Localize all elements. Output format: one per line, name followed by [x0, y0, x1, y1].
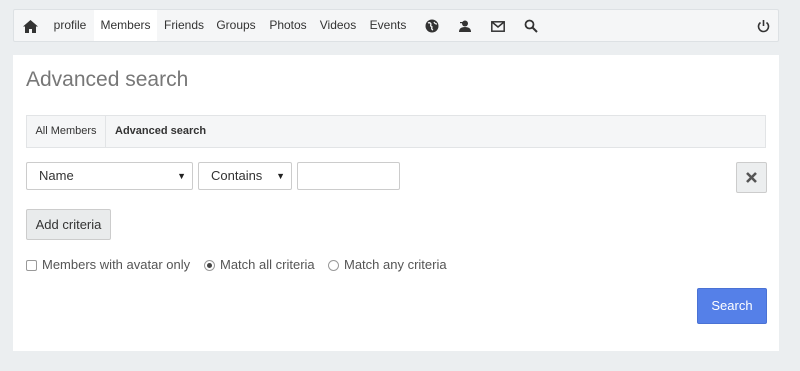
chevron-down-icon: ▼ [177, 171, 186, 181]
checkbox-box[interactable] [26, 259, 37, 271]
nav-item-friends[interactable]: Friends [160, 10, 208, 41]
match-any-label: Match any criteria [344, 257, 447, 272]
nav-item-events[interactable]: Events [366, 10, 410, 41]
nav-item-videos[interactable]: Videos [316, 10, 360, 41]
sub-navigation: All Members Advanced search [26, 115, 766, 148]
nav-item-photos[interactable]: Photos [266, 10, 310, 41]
remove-criteria-button[interactable] [736, 162, 767, 193]
power-icon[interactable] [753, 16, 773, 36]
avatar-only-label: Members with avatar only [42, 257, 191, 272]
radio-button[interactable] [328, 259, 339, 271]
criteria-field-value: Name [39, 168, 74, 183]
nav-item-members[interactable]: Members [94, 10, 157, 41]
avatar-only-checkbox[interactable]: Members with avatar only [26, 257, 190, 273]
mail-icon[interactable] [488, 16, 508, 36]
tab-advanced-search[interactable]: Advanced search [115, 116, 206, 147]
radio-button-selected[interactable] [204, 259, 215, 271]
criteria-operator-value: Contains [211, 168, 263, 183]
home-icon[interactable] [20, 17, 40, 35]
search-button[interactable]: Search [697, 288, 767, 324]
match-all-label: Match all criteria [220, 257, 315, 272]
globe-icon[interactable] [422, 16, 442, 36]
nav-item-profile[interactable]: profile [48, 10, 92, 41]
chevron-down-icon: ▼ [276, 171, 285, 181]
criteria-field-select[interactable]: Name ▼ [26, 162, 193, 190]
friend-request-icon[interactable] [455, 16, 475, 36]
close-icon [746, 172, 757, 183]
match-any-radio[interactable]: Match any criteria [328, 257, 447, 273]
criteria-operator-select[interactable]: Contains ▼ [198, 162, 292, 190]
search-icon[interactable] [521, 16, 541, 36]
match-all-radio[interactable]: Match all criteria [204, 257, 315, 273]
advanced-search-panel: Advanced search All Members Advanced sea… [13, 55, 779, 351]
nav-item-groups[interactable]: Groups [213, 10, 259, 41]
tab-all-members[interactable]: All Members [27, 116, 106, 147]
top-navbar: profile Members Friends Groups Photos Vi… [13, 9, 779, 42]
add-criteria-button[interactable]: Add criteria [26, 209, 111, 240]
criteria-value-input[interactable] [297, 162, 400, 190]
page-title: Advanced search [26, 68, 189, 91]
